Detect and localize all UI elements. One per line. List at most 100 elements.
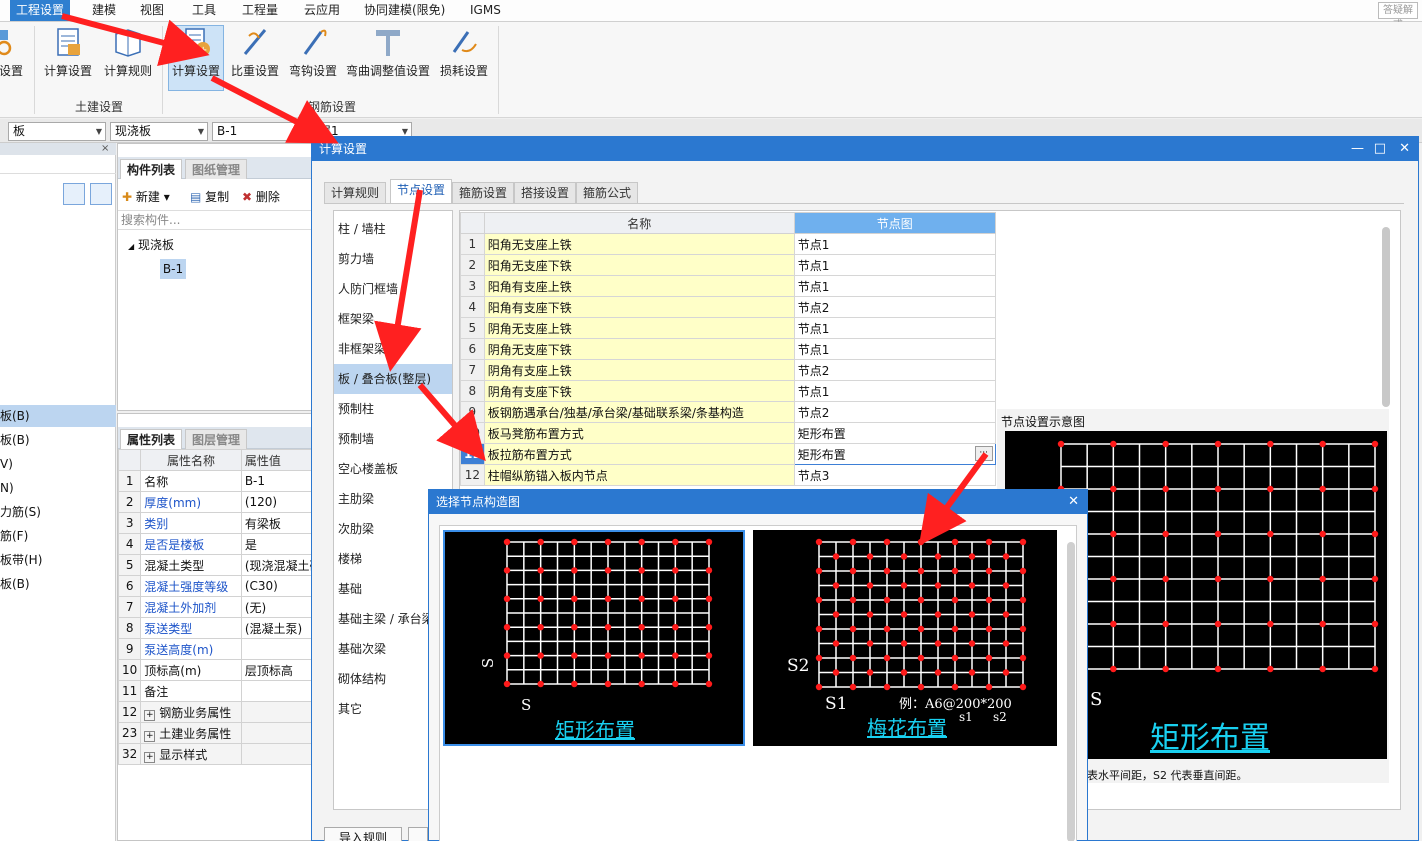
- property-row[interactable]: 2 厚度(mm) (120): [117, 491, 339, 513]
- strip-item[interactable]: 板带(H): [0, 551, 42, 573]
- node-row[interactable]: 3 阳角有支座上铁 节点1: [460, 275, 996, 297]
- ellipsis-button[interactable]: ···: [974, 446, 993, 461]
- category-item[interactable]: 预制墙: [334, 424, 452, 454]
- menu-quantity[interactable]: 工程量: [236, 0, 284, 21]
- strip-item[interactable]: V): [0, 455, 13, 477]
- close-icon[interactable]: ×: [101, 143, 109, 154]
- node-value[interactable]: 节点1: [793, 380, 996, 402]
- new-button[interactable]: ✚ 新建 ▾: [122, 188, 170, 205]
- category-item[interactable]: 人防门框墙: [334, 274, 452, 304]
- close-icon[interactable]: ✕: [1068, 490, 1079, 514]
- expand-plus-icon[interactable]: +: [144, 709, 156, 721]
- strip-item[interactable]: 筋(F): [0, 527, 28, 549]
- category-item[interactable]: 非框架梁: [334, 334, 452, 364]
- node-row[interactable]: 7 阴角有支座上铁 节点2: [460, 359, 996, 381]
- ribbon-settings-cut-button[interactable]: 设置: [0, 26, 26, 90]
- menu-view[interactable]: 视图: [134, 0, 170, 21]
- node-row[interactable]: 6 阴角无支座下铁 节点1: [460, 338, 996, 360]
- strip-item[interactable]: 板(B): [0, 407, 30, 429]
- scrollbar-thumb[interactable]: [1067, 542, 1075, 841]
- export-button-cut[interactable]: [408, 827, 428, 841]
- property-row[interactable]: 11 备注: [117, 680, 339, 702]
- element-type-combo[interactable]: 板 ▼: [8, 122, 106, 141]
- category-item[interactable]: 柱 / 墙柱: [334, 214, 452, 244]
- tree-root[interactable]: ◢ 现浇板: [128, 236, 174, 253]
- property-row[interactable]: 4 是否是楼板是: [117, 533, 339, 555]
- strip-item[interactable]: N): [0, 479, 14, 501]
- node-value[interactable]: 节点2: [793, 296, 996, 318]
- node-row[interactable]: 5 阴角无支座上铁 节点1: [460, 317, 996, 339]
- tab-calc-rules[interactable]: 计算规则: [324, 182, 387, 203]
- import-rules-button[interactable]: 导入规则: [324, 827, 402, 841]
- node-value[interactable]: 节点2: [793, 359, 996, 381]
- node-row[interactable]: 12 柱帽纵筋锚入板内节点 节点3: [460, 464, 996, 486]
- menu-igms[interactable]: IGMS: [464, 0, 507, 21]
- tab-node-settings[interactable]: 节点设置: [390, 179, 453, 203]
- element-subtype-combo[interactable]: 现浇板 ▼: [110, 122, 208, 141]
- property-row[interactable]: 6 混凝土强度等级 (C30): [117, 575, 339, 597]
- help-search-input[interactable]: 答疑解惑: [1378, 2, 1418, 31]
- tree-item-b1[interactable]: B-1: [160, 259, 186, 279]
- menu-modeling[interactable]: 建模: [86, 0, 122, 21]
- copy-button[interactable]: ▤ 复制: [190, 188, 229, 205]
- card-view-icon[interactable]: [90, 183, 112, 205]
- node-value[interactable]: 节点3: [793, 464, 996, 486]
- node-row[interactable]: 9 板钢筋遇承台/独基/承台梁/基础联系梁/条基构造 节点2: [460, 401, 996, 423]
- maximize-icon[interactable]: □: [1374, 137, 1386, 161]
- close-icon[interactable]: ✕: [1399, 137, 1410, 161]
- scrollbar-thumb[interactable]: [1382, 227, 1390, 407]
- tab-lap-settings[interactable]: 搭接设置: [514, 182, 577, 203]
- node-value[interactable]: 节点2: [793, 401, 996, 423]
- option-plum-layout[interactable]: 梅花布置 S2 S1 例：A6@200*200 s1 s2: [753, 530, 1057, 746]
- node-row[interactable]: 2 阳角无支座下铁 节点1: [460, 254, 996, 276]
- property-row[interactable]: 23 + 土建业务属性: [117, 722, 339, 744]
- category-item[interactable]: 框架梁: [334, 304, 452, 334]
- tab-property-list[interactable]: 属性列表: [120, 429, 183, 449]
- property-row[interactable]: 7 混凝土外加剂 (无): [117, 596, 339, 618]
- category-item[interactable]: 空心楼盖板: [334, 454, 452, 484]
- node-value[interactable]: 节点1: [793, 233, 996, 255]
- node-row[interactable]: 4 阳角有支座下铁 节点2: [460, 296, 996, 318]
- category-item[interactable]: 预制柱: [334, 394, 452, 424]
- expand-plus-icon[interactable]: +: [144, 751, 156, 763]
- option-rect-layout[interactable]: 矩形布置 S S: [443, 530, 745, 746]
- tab-stirrup-settings[interactable]: 箍筋设置: [452, 182, 515, 203]
- loss-settings-button[interactable]: 损耗设置: [436, 26, 492, 90]
- minimize-icon[interactable]: —: [1351, 137, 1364, 161]
- strip-item[interactable]: 力筋(S): [0, 503, 41, 525]
- tab-component-list[interactable]: 构件列表: [120, 159, 183, 179]
- tab-drawing-manage[interactable]: 图纸管理: [185, 159, 248, 179]
- expand-plus-icon[interactable]: +: [144, 730, 156, 742]
- menu-cloud[interactable]: 云应用: [298, 0, 346, 21]
- property-row[interactable]: 8 泵送类型 (混凝土泵): [117, 617, 339, 639]
- property-row[interactable]: 32 + 显示样式: [117, 743, 339, 765]
- component-search-input[interactable]: 搜索构件...: [118, 210, 311, 230]
- node-row[interactable]: 1 阳角无支座上铁 节点1: [460, 233, 996, 255]
- tab-layer-manage[interactable]: 图层管理: [185, 429, 248, 449]
- node-value[interactable]: 节点1: [793, 254, 996, 276]
- civil-calc-rules-button[interactable]: 计算规则: [100, 26, 156, 90]
- property-row[interactable]: 3 类别 有梁板: [117, 512, 339, 534]
- rebar-calc-settings-button[interactable]: + 计算设置: [168, 25, 224, 91]
- property-row[interactable]: 12 + 钢筋业务属性: [117, 701, 339, 723]
- category-item[interactable]: 剪力墙: [334, 244, 452, 274]
- hook-settings-button[interactable]: 弯钩设置: [286, 26, 340, 90]
- menu-tools[interactable]: 工具: [186, 0, 222, 21]
- civil-calc-settings-button[interactable]: 计算设置: [40, 26, 96, 90]
- category-item[interactable]: 板 / 叠合板(整层): [334, 364, 452, 394]
- bend-adjust-button[interactable]: 弯曲调整值设置: [344, 26, 432, 90]
- delete-button[interactable]: ✖ 删除: [242, 188, 280, 205]
- property-row[interactable]: 10 顶标高(m) 层顶标高: [117, 659, 339, 681]
- node-value[interactable]: 节点1: [793, 275, 996, 297]
- property-row[interactable]: 1 名称 B-1: [117, 470, 339, 492]
- specific-weight-button[interactable]: 比重设置: [228, 26, 282, 90]
- property-row[interactable]: 5 混凝土类型 (现浇混凝土碎: [117, 554, 339, 576]
- strip-item[interactable]: 板(B): [0, 575, 30, 597]
- node-row[interactable]: 10 板马凳筋布置方式 矩形布置: [460, 422, 996, 444]
- strip-item[interactable]: 板(B): [0, 431, 30, 453]
- component-combo[interactable]: B-1 ▼: [212, 122, 310, 141]
- node-row[interactable]: 11 板拉筋布置方式 矩形布置 ···: [460, 443, 996, 465]
- menu-project-settings[interactable]: 工程设置: [10, 0, 71, 21]
- property-row[interactable]: 9 泵送高度(m): [117, 638, 339, 660]
- tab-stirrup-formula[interactable]: 箍筋公式: [576, 182, 639, 203]
